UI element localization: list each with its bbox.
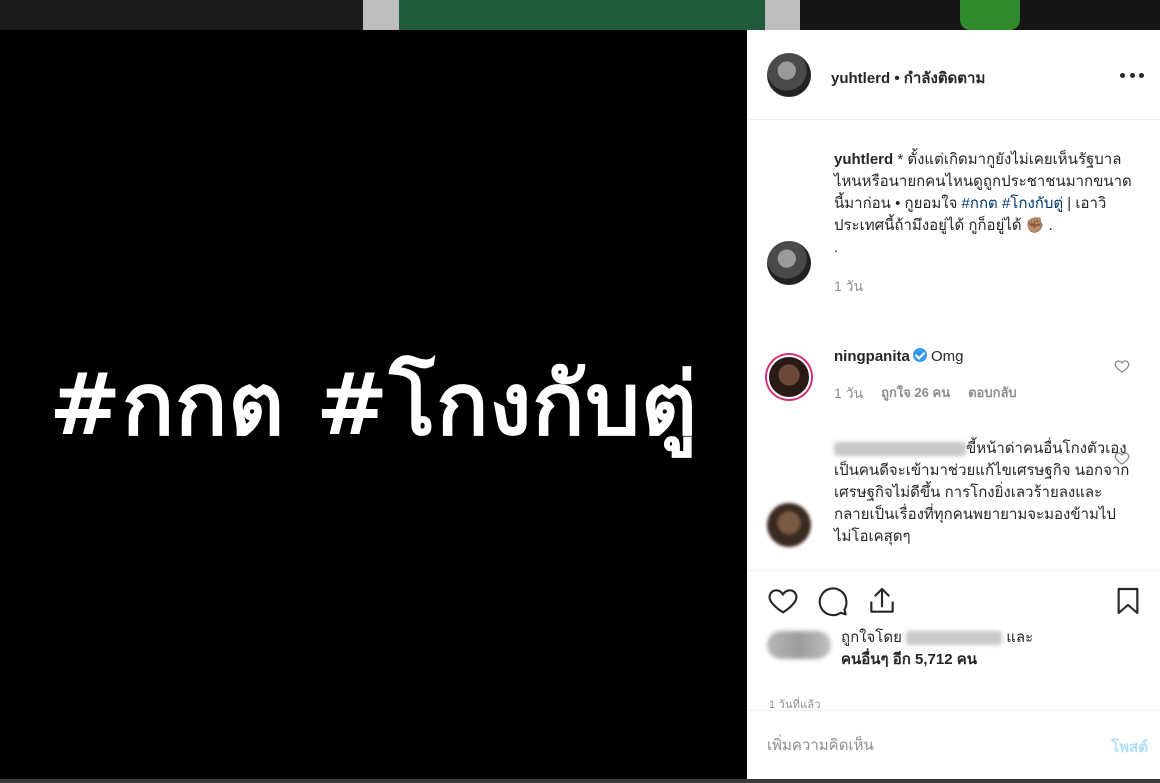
add-comment-bar: โพสต์ bbox=[747, 710, 1160, 779]
follow-status-button[interactable]: กำลังติดตาม bbox=[904, 70, 986, 87]
author-username[interactable]: yuhtlerd bbox=[831, 70, 890, 87]
feed-background-tile bbox=[800, 0, 1160, 30]
comment-username-redacted[interactable] bbox=[834, 442, 966, 457]
likes-suffix: และ bbox=[1006, 629, 1034, 646]
likes-prefix: ถูกใจโดย bbox=[841, 629, 902, 646]
reply-button[interactable]: ตอบกลับ bbox=[968, 382, 1017, 404]
header-names: yuhtlerd • กำลังติดตาม bbox=[831, 66, 985, 90]
comment-meta: 1 วัน ถูกใจ 26 คน ตอบกลับ bbox=[834, 382, 1134, 404]
comment-body: ningpanita Omg 1 วัน ถูกใจ 26 คน ตอบกลับ bbox=[834, 346, 1134, 404]
avatar[interactable] bbox=[767, 503, 811, 547]
caption-meta: 1 วัน bbox=[834, 275, 1134, 297]
comment-icon[interactable] bbox=[817, 585, 849, 617]
comment-like-heart-icon[interactable] bbox=[1114, 450, 1130, 466]
caption-username[interactable]: yuhtlerd bbox=[834, 151, 893, 168]
likes-text[interactable]: ถูกใจโดย และ คนอื่นๆ อีก 5,712 คน bbox=[841, 627, 1141, 671]
comment-body: ขี้หน้าด่าคนอื่นโกงตัวเองเป็นคนดีจะเข้าม… bbox=[834, 438, 1134, 548]
comment-time[interactable]: 1 วัน bbox=[834, 382, 863, 404]
share-icon[interactable] bbox=[866, 585, 898, 617]
caption-time[interactable]: 1 วัน bbox=[834, 275, 863, 297]
feed-background-tile bbox=[0, 0, 363, 30]
hashtag-link[interactable]: #กกต bbox=[962, 195, 998, 212]
media-text: #กกต #โกงกับตู่ bbox=[49, 355, 698, 455]
post-comment-button[interactable]: โพสต์ bbox=[1111, 735, 1148, 759]
avatar[interactable] bbox=[767, 53, 811, 97]
action-icons bbox=[763, 585, 1144, 621]
avatar[interactable] bbox=[767, 241, 811, 285]
post-media[interactable]: #กกต #โกงกับตู่ bbox=[0, 30, 747, 779]
comment-like-heart-icon[interactable] bbox=[1114, 358, 1130, 374]
caption-text: . bbox=[834, 239, 839, 256]
liker-avatars[interactable] bbox=[767, 631, 831, 659]
comment-input[interactable] bbox=[767, 733, 1067, 757]
liker-username-redacted[interactable] bbox=[906, 631, 1003, 646]
hashtag-link[interactable]: #โกงกับตู่ bbox=[1002, 195, 1063, 212]
bookmark-icon[interactable] bbox=[1112, 585, 1144, 617]
separator: • bbox=[894, 70, 900, 87]
post-actions: ถูกใจโดย และ คนอื่นๆ อีก 5,712 คน 1 วันท… bbox=[747, 570, 1160, 711]
comment-text: Omg bbox=[931, 348, 964, 365]
comment-username[interactable]: ningpanita bbox=[834, 348, 910, 365]
caption-body: yuhtlerd * ตั้งแต่เกิดมากูยังไม่เคยเห็นร… bbox=[834, 149, 1134, 297]
verified-badge-icon bbox=[912, 348, 927, 362]
post-header: yuhtlerd • กำลังติดตาม bbox=[747, 30, 1160, 120]
feed-background-strip bbox=[0, 779, 1160, 783]
heart-icon[interactable] bbox=[767, 585, 799, 617]
feed-background-tile bbox=[363, 0, 800, 30]
avatar[interactable] bbox=[767, 355, 811, 399]
more-options-icon[interactable] bbox=[1120, 63, 1144, 87]
likes-count[interactable]: คนอื่นๆ อีก 5,712 คน bbox=[841, 651, 977, 668]
comments-list[interactable]: yuhtlerd * ตั้งแต่เกิดมากูยังไม่เคยเห็นร… bbox=[747, 121, 1160, 570]
comment-likes[interactable]: ถูกใจ 26 คน bbox=[881, 382, 950, 404]
post-side-panel: yuhtlerd • กำลังติดตาม yuhtlerd * ตั้งแต… bbox=[747, 30, 1160, 779]
